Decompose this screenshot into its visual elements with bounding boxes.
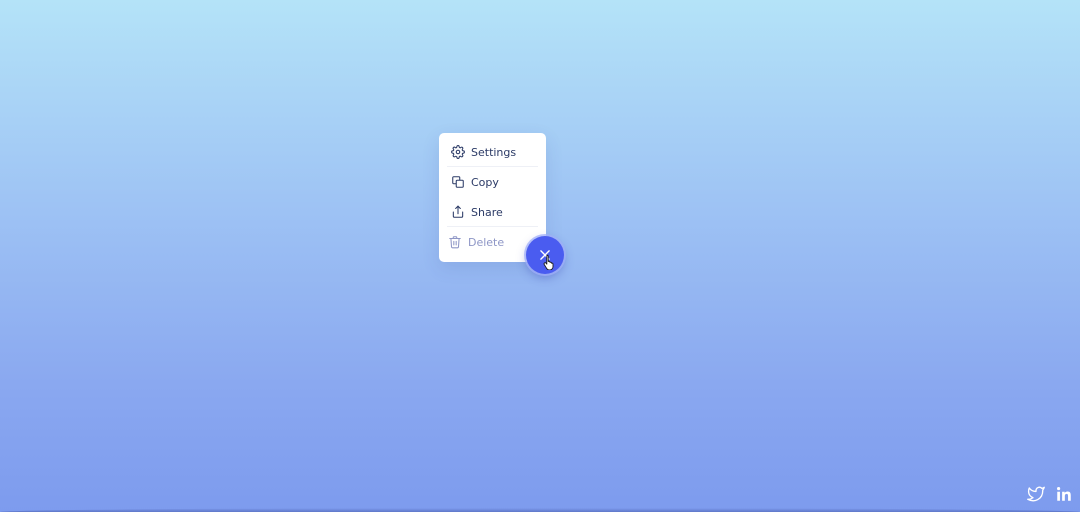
bottom-edge-shadow (0, 508, 1080, 512)
gear-icon (451, 145, 465, 159)
menu-item-label: Copy (471, 175, 499, 189)
share-icon (451, 205, 465, 219)
linkedin-icon (1054, 485, 1074, 503)
menu-item-label: Delete (468, 235, 505, 249)
menu-item-settings[interactable]: Settings (439, 137, 546, 167)
close-icon (538, 248, 552, 262)
trash-icon (448, 235, 462, 249)
twitter-link[interactable] (1025, 484, 1047, 504)
close-menu-button[interactable] (526, 236, 564, 274)
linkedin-link[interactable] (1053, 484, 1075, 504)
menu-item-label: Share (471, 205, 503, 219)
twitter-icon (1026, 485, 1046, 503)
menu-item-copy[interactable]: Copy (439, 167, 546, 197)
menu-item-share[interactable]: Share (439, 197, 546, 227)
copy-icon (451, 175, 465, 189)
menu-item-label: Settings (471, 145, 517, 159)
